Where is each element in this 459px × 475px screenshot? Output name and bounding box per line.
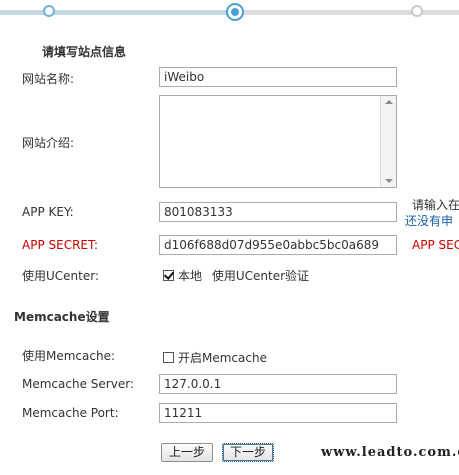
app-key-hint: 请输入在: [412, 198, 459, 212]
app-key-label: APP KEY:: [22, 205, 74, 219]
step-2-dot-current: [226, 3, 244, 21]
app-secret-label: APP SECRET:: [22, 238, 99, 252]
site-name-label: 网站名称:: [22, 72, 75, 86]
prev-step-button[interactable]: 上一步: [161, 443, 213, 462]
memcache-option: 开启Memcache: [163, 349, 267, 366]
ucenter-checkbox-label: 本地: [178, 269, 203, 283]
site-intro-label: 网站介绍:: [22, 136, 75, 150]
ucenter-checkbox[interactable]: [163, 270, 174, 281]
site-name-input[interactable]: iWeibo: [159, 67, 397, 87]
app-secret-input[interactable]: d106f688d07d955e0abbc5bc0a689: [159, 235, 397, 255]
next-step-button[interactable]: 下一步: [222, 443, 274, 462]
app-secret-hint: APP SEC: [412, 238, 459, 252]
memcache-port-label: Memcache Port:: [22, 406, 119, 420]
use-memcache-label: 使用Memcache:: [22, 349, 116, 363]
memcache-title: Memcache设置: [14, 310, 110, 324]
ucenter-note: 使用UCenter验证: [211, 269, 310, 283]
memcache-server-input[interactable]: 127.0.0.1: [159, 374, 397, 394]
site-info-title: 请填写站点信息: [42, 45, 127, 59]
memcache-checkbox[interactable]: [163, 352, 174, 363]
memcache-server-label: Memcache Server:: [22, 377, 134, 391]
ucenter-label: 使用UCenter:: [22, 269, 100, 283]
progress-stepper: [0, 0, 459, 28]
watermark: www.leadto.com.cn: [321, 445, 459, 460]
memcache-port-input[interactable]: 11211: [159, 403, 397, 423]
memcache-checkbox-label: 开启Memcache: [178, 351, 267, 365]
scroll-up-arrow-icon[interactable]: [385, 100, 393, 104]
site-intro-scrollbar[interactable]: [380, 96, 396, 187]
scroll-down-arrow-icon[interactable]: [385, 179, 393, 183]
site-intro-textarea[interactable]: [159, 95, 397, 188]
step-3-dot: [411, 5, 423, 17]
ucenter-option: 本地 使用UCenter验证: [163, 267, 309, 284]
step-1-dot: [43, 5, 55, 17]
progress-track-completed: [0, 10, 236, 15]
apply-link[interactable]: 还没有申: [405, 212, 453, 229]
app-key-input[interactable]: 801083133: [159, 202, 397, 222]
